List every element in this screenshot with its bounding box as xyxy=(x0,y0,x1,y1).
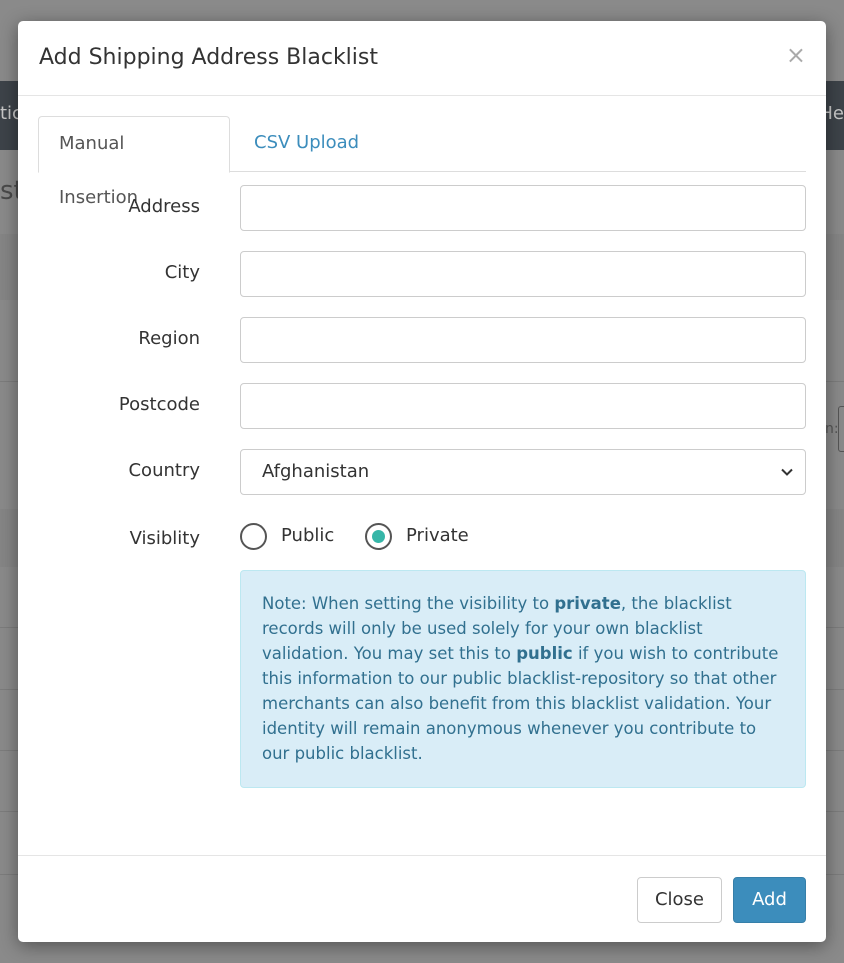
postcode-label: Postcode xyxy=(118,394,200,415)
note-bold-private: private xyxy=(554,594,621,613)
radio-unchecked-icon[interactable] xyxy=(240,523,267,550)
close-icon[interactable]: × xyxy=(786,43,806,67)
postcode-input[interactable] xyxy=(240,383,806,429)
note-bold-public: public xyxy=(516,644,573,663)
address-label: Address xyxy=(128,196,200,217)
region-row: Region xyxy=(18,317,826,363)
country-select[interactable]: Afghanistan xyxy=(240,449,806,495)
visibility-row: Visiblity Public Private xyxy=(18,522,826,568)
radio-checked-icon[interactable] xyxy=(365,523,392,550)
note-text-prefix: Note: When setting the visibility to xyxy=(262,594,555,613)
chevron-down-icon xyxy=(781,468,793,476)
background-label-fragment: n: xyxy=(825,421,839,437)
add-button[interactable]: Add xyxy=(733,877,806,923)
visibility-private-label: Private xyxy=(406,525,469,546)
tab-bar: Manual Insertion CSV Upload xyxy=(38,116,806,208)
modal-footer: Close Add xyxy=(18,855,826,942)
country-label: Country xyxy=(128,460,200,481)
region-input[interactable] xyxy=(240,317,806,363)
radio-checked-dot xyxy=(372,530,385,543)
city-input[interactable] xyxy=(240,251,806,297)
visibility-info-note: Note: When setting the visibility to pri… xyxy=(240,570,806,788)
modal-title: Add Shipping Address Blacklist xyxy=(39,45,378,70)
visibility-label: Visiblity xyxy=(129,528,200,549)
address-row: Address xyxy=(18,185,826,231)
postcode-row: Postcode xyxy=(18,383,826,429)
add-shipping-address-blacklist-modal: Add Shipping Address Blacklist × Manual … xyxy=(18,21,826,942)
visibility-public-label: Public xyxy=(281,525,335,546)
modal-header: Add Shipping Address Blacklist × xyxy=(18,21,826,96)
tab-manual-insertion[interactable]: Manual Insertion xyxy=(38,116,230,208)
close-button[interactable]: Close xyxy=(637,877,722,923)
country-row: Country Afghanistan xyxy=(18,449,826,495)
country-selected-value: Afghanistan xyxy=(262,461,370,482)
background-input xyxy=(838,406,844,452)
city-row: City xyxy=(18,251,826,297)
city-label: City xyxy=(164,262,200,283)
region-label: Region xyxy=(138,328,200,349)
address-input[interactable] xyxy=(240,185,806,231)
tab-csv-upload[interactable]: CSV Upload xyxy=(234,116,379,172)
